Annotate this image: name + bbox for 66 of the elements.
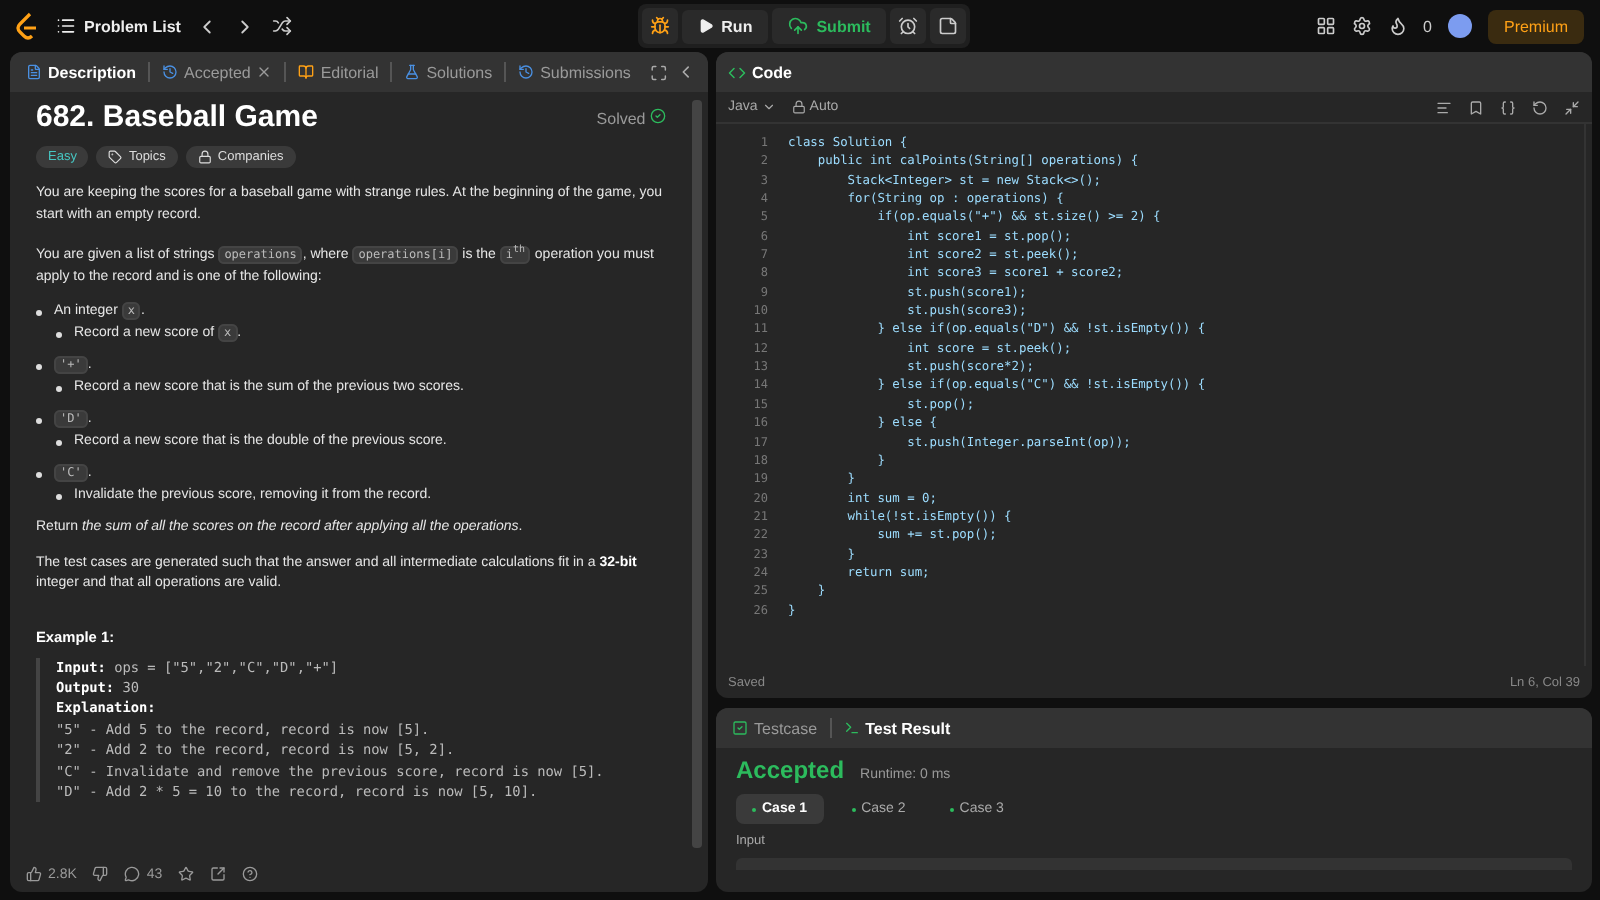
bullet-icon (56, 331, 62, 337)
tab[interactable]: Description (22, 63, 141, 81)
grid-icon[interactable] (1315, 16, 1336, 36)
tab[interactable]: Submissions (514, 63, 635, 81)
alarm-clock-icon (898, 16, 919, 36)
timer-button[interactable] (890, 8, 927, 44)
play-icon (697, 18, 714, 34)
flask-icon (404, 64, 421, 80)
comment-icon (124, 866, 141, 882)
maximize-icon[interactable] (650, 63, 669, 81)
tag-icon (108, 150, 123, 164)
settings-icon[interactable] (1351, 16, 1372, 36)
close-icon (256, 64, 273, 80)
bullet-icon (56, 385, 62, 391)
help-icon[interactable] (242, 866, 259, 882)
thumbs-up-icon (26, 866, 42, 882)
code-icon (728, 63, 746, 81)
star-icon[interactable] (178, 866, 195, 882)
bullet-icon (56, 439, 62, 445)
check-circle-icon (650, 107, 666, 123)
bullet-icon (56, 493, 62, 499)
tab[interactable]: Test Result (839, 719, 955, 737)
braces-icon[interactable] (1500, 99, 1516, 115)
code-title: Code (728, 63, 792, 81)
cloud-upload-icon (788, 16, 809, 36)
debug-button[interactable] (641, 8, 678, 44)
minimize-icon[interactable] (1564, 99, 1580, 115)
problem-list-button[interactable]: Problem List (56, 16, 181, 36)
tab[interactable]: Solutions (400, 63, 497, 81)
document-icon (26, 64, 42, 80)
notes-button[interactable] (930, 8, 967, 44)
checkbox-icon (732, 720, 748, 736)
history-icon (518, 64, 535, 80)
terminal-icon (843, 720, 860, 736)
problem-title: 682. Baseball Game (36, 100, 318, 134)
book-icon (298, 64, 315, 80)
submit-button[interactable]: Submit (772, 8, 887, 44)
bullet-icon (36, 364, 42, 370)
bullet-icon (36, 472, 42, 478)
reset-icon[interactable] (1532, 99, 1548, 115)
share-icon[interactable] (210, 866, 227, 882)
tab[interactable]: Editorial (294, 63, 383, 81)
bullet-icon (36, 310, 42, 316)
bullet-icon (36, 418, 42, 424)
tab[interactable]: Accepted (157, 63, 277, 81)
tab[interactable]: Testcase (728, 719, 822, 737)
premium-button[interactable]: Premium (1487, 9, 1584, 43)
logo-icon[interactable] (16, 12, 40, 40)
lock-icon (197, 150, 212, 164)
lock-icon (791, 100, 806, 114)
avatar[interactable] (1447, 14, 1472, 38)
note-icon (938, 16, 959, 36)
list-icon (56, 16, 76, 36)
shuffle-icon[interactable] (272, 16, 293, 36)
scrollbar[interactable] (692, 100, 702, 848)
verdict: Accepted (736, 756, 845, 784)
format-icon[interactable] (1436, 99, 1452, 115)
bookmark-icon[interactable] (1468, 99, 1484, 115)
streak-count: 0 (1423, 17, 1432, 35)
chevron-down-icon (761, 100, 776, 114)
run-button[interactable]: Run (681, 9, 769, 43)
solved-status: Solved (596, 107, 666, 127)
flame-icon[interactable] (1387, 16, 1408, 36)
bug-icon (649, 16, 670, 36)
history-icon (161, 64, 178, 80)
dislike-icon[interactable] (92, 866, 109, 882)
